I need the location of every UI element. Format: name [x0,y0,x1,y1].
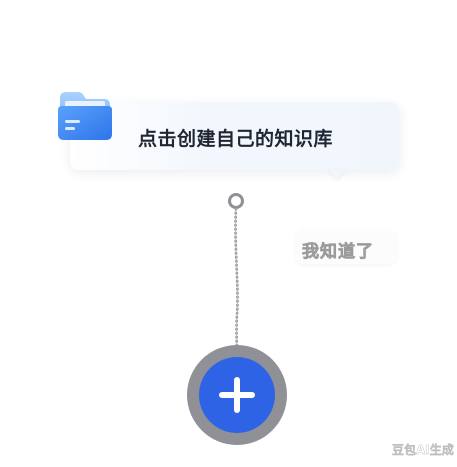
plus-icon [219,377,255,413]
chain-icon [220,185,260,360]
add-knowledge-base-button[interactable] [199,357,275,433]
tooltip-arrow [328,169,346,179]
watermark: 豆包AI生成 [392,443,454,457]
got-it-label: 我知道了 [302,242,374,263]
folder-icon [56,86,114,144]
tooltip-text: 点击创建自己的知识库 [138,128,334,150]
guide-overlay: 点击创建自己的知识库 我知道了 豆包AI生成 [0,0,457,467]
